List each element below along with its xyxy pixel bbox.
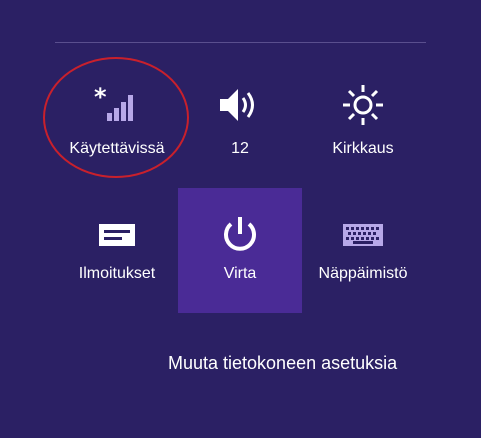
- power-label: Virta: [223, 265, 257, 282]
- notifications-tile[interactable]: Ilmoitukset: [55, 188, 179, 313]
- notifications-message-icon: [55, 214, 179, 256]
- speaker-volume-icon: [178, 83, 302, 127]
- settings-charm-panel: * Käytettävissä 12 Kirkkaus Ilmoitukset …: [0, 0, 481, 438]
- svg-text:*: *: [94, 85, 107, 111]
- brightness-label: Kirkkaus: [332, 140, 394, 157]
- power-tile[interactable]: Virta: [178, 188, 302, 313]
- notifications-label: Ilmoitukset: [78, 265, 156, 282]
- volume-tile[interactable]: 12: [178, 63, 302, 188]
- keyboard-icon: [301, 214, 425, 256]
- network-label: Käytettävissä: [69, 140, 165, 157]
- power-icon: [178, 214, 302, 256]
- brightness-tile[interactable]: Kirkkaus: [301, 63, 425, 188]
- network-tile[interactable]: * Käytettävissä: [55, 63, 179, 188]
- volume-label: 12: [231, 140, 249, 157]
- top-divider: [55, 42, 426, 43]
- change-pc-settings-link[interactable]: Muuta tietokoneen asetuksia: [168, 353, 397, 374]
- brightness-sun-icon: [301, 83, 425, 127]
- keyboard-label: Näppäimistö: [318, 265, 408, 282]
- wifi-signal-available-icon: *: [55, 83, 179, 127]
- keyboard-tile[interactable]: Näppäimistö: [301, 188, 425, 313]
